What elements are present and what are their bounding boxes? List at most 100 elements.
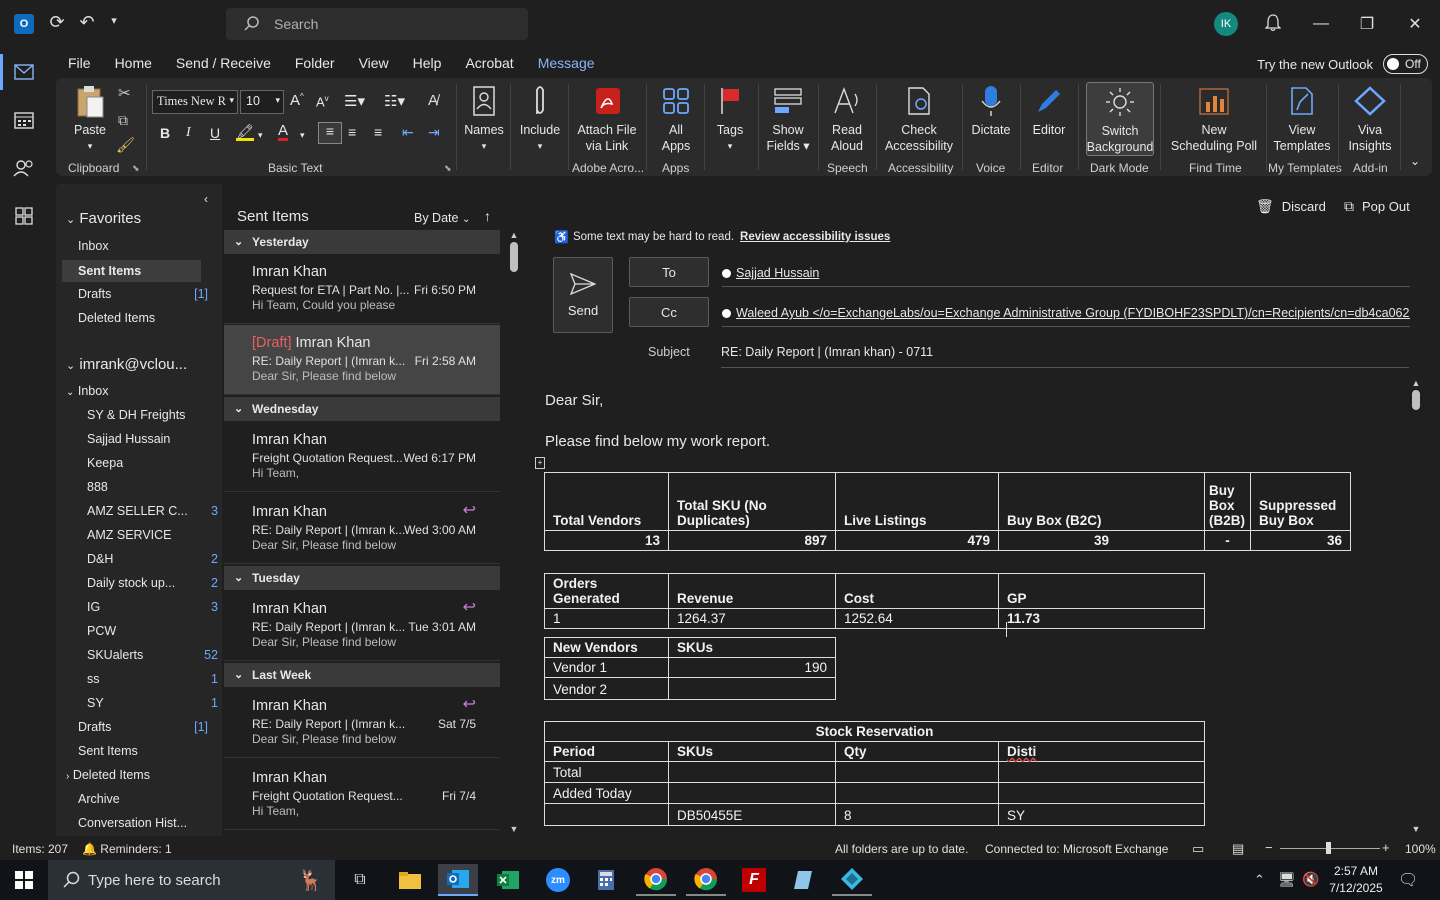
message-item[interactable]: Imran Khan ↩ RE: Daily Report | (Imran k… [224,494,500,564]
scroll-up-icon[interactable]: ▲ [1410,378,1422,388]
ribbon-collapse-chevron-icon[interactable]: ⌄ [1410,154,1420,168]
format-painter-icon[interactable]: 🖌 [116,136,135,154]
chrome-profile-icon[interactable] [686,864,726,896]
table-move-handle-icon[interactable]: + [535,457,545,469]
calendar-icon[interactable] [8,104,40,136]
clipboard-launcher-icon[interactable]: ⬊ [132,163,140,174]
show-fields-button[interactable]: Show Fields ▾ [764,84,812,154]
taskbar-clock[interactable]: 2:57 AM 7/12/2025 [1326,863,1386,897]
new-scheduling-poll-button[interactable]: New Scheduling Poll [1164,84,1264,154]
underline-icon[interactable]: U [210,125,220,141]
body-scrollbar[interactable]: ▲ ▼ [1410,378,1422,834]
bullets-icon[interactable]: ☰▾ [344,92,365,110]
attach-via-link-button[interactable]: Attach File via Link [572,84,642,154]
decrease-indent-icon[interactable]: ⇤ [402,124,414,141]
pop-out-button[interactable]: ⧉ Pop Out [1344,198,1410,215]
calculator-icon[interactable] [586,864,626,896]
filezilla-icon[interactable]: F [734,864,774,896]
normal-view-icon[interactable]: ▭ [1192,841,1204,857]
highlight-icon[interactable]: 🖍 [236,124,254,141]
font-color-icon[interactable]: A [278,123,289,141]
close-icon[interactable]: ✕ [1400,10,1430,38]
folder-sent-items[interactable]: Sent Items [62,260,201,282]
scrollbar-thumb[interactable] [510,242,518,272]
folder-ss[interactable]: ss 1 [87,668,218,690]
to-field[interactable]: Sajjad Hussain [722,266,1410,287]
review-accessibility-link[interactable]: Review accessibility issues [740,231,890,243]
all-apps-button[interactable]: All Apps [654,84,698,154]
tab-home[interactable]: Home [115,52,152,76]
chevron-down-icon[interactable]: ▾ [300,130,305,141]
apps-icon[interactable] [8,200,40,232]
message-item[interactable]: Imran Khan ↩ RE: Daily Report | (Imran k… [224,688,500,758]
favorites-header[interactable]: ⌄ Favorites [66,210,141,227]
folder-drafts[interactable]: Drafts [1] [78,283,218,305]
reminders[interactable]: 🔔 Reminders: 1 [82,842,172,856]
copy-icon[interactable]: ⧉ [118,112,128,129]
folder-amz-service[interactable]: AMZ SERVICE [87,524,227,546]
account-header[interactable]: ⌄ imrank@vclou... [66,356,187,373]
sync-icon[interactable]: ⟳ [46,12,68,34]
collapse-pane-chevron-icon[interactable]: ‹ [204,192,208,206]
sort-direction-icon[interactable]: ↑ [484,208,491,224]
tab-send-receive[interactable]: Send / Receive [176,52,271,76]
switch-background-button[interactable]: Switch Background [1086,82,1154,156]
check-accessibility-button[interactable]: Check Accessibility [882,84,956,154]
folder-skualerts[interactable]: SKUalerts 52 [87,644,218,666]
folder-account-inbox[interactable]: ⌄ Inbox [66,380,206,402]
folder-dh[interactable]: D&H 2 [87,548,218,570]
folder-deleted-items[interactable]: Deleted Items [78,307,218,329]
zoom-in-icon[interactable]: + [1382,840,1390,855]
tab-message[interactable]: Message [537,52,595,80]
new-outlook-toggle[interactable]: Off [1383,54,1428,74]
paste-button[interactable]: Paste ▾ [70,84,110,154]
font-size-select[interactable]: 10 ▾ [240,90,284,114]
taskbar-search[interactable]: Type here to search 🦌 [48,860,335,900]
people-icon[interactable] [8,152,40,184]
scroll-up-icon[interactable]: ▲ [508,230,520,240]
message-item-selected[interactable]: [Draft] Imran Khan RE: Daily Report | (I… [224,325,500,395]
zoom-level[interactable]: 100% [1405,842,1436,856]
show-hidden-icons-icon[interactable]: ⌃ [1254,872,1265,888]
folder-888[interactable]: 888 [87,476,227,498]
undo-icon[interactable]: ↶ [76,12,98,34]
cc-field[interactable]: Waleed Ayub </o=ExchangeLabs/ou=Exchange… [722,306,1410,327]
increase-indent-icon[interactable]: ⇥ [428,124,440,141]
send-button[interactable]: Send [553,257,613,333]
folder-account-sent-items[interactable]: Sent Items [78,740,218,762]
folder-account-deleted-items[interactable]: › Deleted Items [66,764,206,786]
dictate-button[interactable]: Dictate [968,84,1014,138]
to-recipient[interactable]: Sajjad Hussain [736,266,819,280]
group-header[interactable]: ⌄ Last Week [224,663,500,687]
message-item[interactable]: Imran Khan Request for ETA | Part No. |.… [224,254,500,324]
viva-insights-button[interactable]: Viva Insights [1346,84,1394,154]
zoom-out-icon[interactable]: − [1265,840,1273,855]
folder-sy-dh-freights[interactable]: SY & DH Freights [87,404,227,426]
message-item[interactable]: Imran Khan ↩ RE: Daily Report | (Imran k… [224,591,500,661]
volume-muted-icon[interactable]: 🔇 [1302,871,1319,888]
bell-icon[interactable] [1262,12,1284,34]
tab-help[interactable]: Help [413,52,442,76]
cc-button[interactable]: Cc [629,297,709,327]
subject-field[interactable]: RE: Daily Report | (Imran khan) - 0711 [721,345,1409,368]
group-header[interactable]: ⌄ Yesterday [224,230,500,254]
cc-recipient[interactable]: Waleed Ayub </o=ExchangeLabs/ou=Exchange… [736,306,1410,320]
include-button[interactable]: Include ▾ [516,84,564,154]
grow-font-icon[interactable]: A^ [290,92,304,109]
italic-icon[interactable]: I [186,125,191,141]
discard-button[interactable]: 🗑 Discard [1256,198,1326,215]
group-header[interactable]: ⌄ Tuesday [224,566,500,590]
app-diamond-icon[interactable] [832,864,872,896]
scrollbar-thumb[interactable] [1412,390,1420,410]
names-button[interactable]: Names ▾ [462,84,506,154]
notepad-icon[interactable] [782,864,822,896]
tab-view[interactable]: View [359,52,389,76]
align-right-icon[interactable]: ≡ [374,124,382,140]
excel-icon[interactable] [488,864,528,896]
folder-conversation-history[interactable]: Conversation Hist... [78,812,218,834]
tab-folder[interactable]: Folder [295,52,335,76]
folder-sy[interactable]: SY 1 [87,692,218,714]
editor-button[interactable]: Editor [1026,84,1072,138]
zoom-app-icon[interactable]: zm [538,864,578,896]
network-icon[interactable]: 🖥 [1278,871,1296,888]
